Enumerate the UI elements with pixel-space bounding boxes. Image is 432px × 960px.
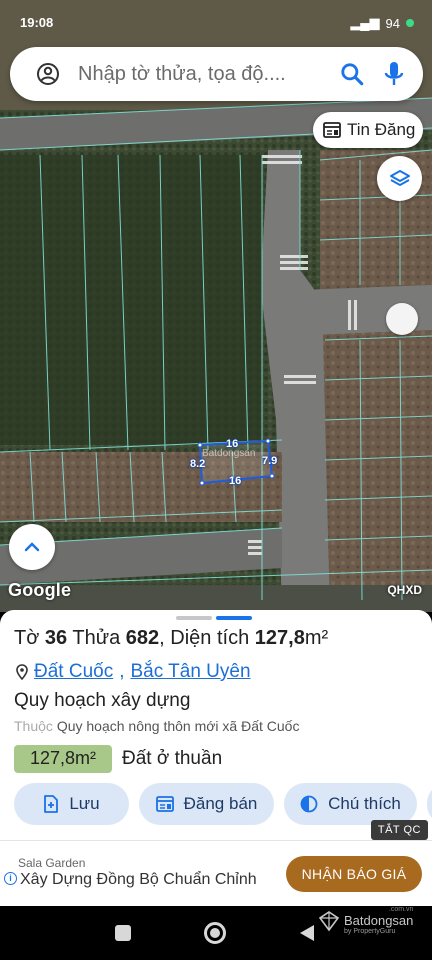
- status-bar: 19:08 ▂▄▆ 94: [0, 0, 432, 40]
- land-use-row: 127,8m² Đất ở thuần: [14, 745, 222, 773]
- recent-apps-icon[interactable]: [115, 925, 131, 941]
- sheet-number: 36: [44, 627, 68, 649]
- ad-info-icon[interactable]: i: [4, 872, 17, 885]
- satellite-map[interactable]: 19:08 ▂▄▆ 94 Tin Đăng: [0, 0, 432, 612]
- parcel-dim-left: 8.2: [190, 458, 206, 470]
- account-icon[interactable]: [36, 62, 60, 86]
- ad-headline: Xây Dựng Đồng Bộ Chuẩn Chỉnh: [20, 871, 257, 888]
- handle-segment: [176, 616, 212, 620]
- sheet-label: Tờ: [14, 627, 40, 649]
- battery-level: 94: [385, 15, 400, 31]
- save-button[interactable]: Lưu: [14, 783, 129, 825]
- more-actions-button[interactable]: [427, 783, 432, 825]
- area-label: Diện tích: [170, 627, 250, 649]
- parcel-title: Tờ 36 Thửa 682, Diện tích 127,8m²: [14, 627, 328, 650]
- chevron-up-icon: [24, 542, 40, 552]
- location-pin-icon: [16, 664, 28, 680]
- signal-icon: ▂▄▆: [350, 15, 380, 30]
- expand-up-button[interactable]: [9, 524, 55, 570]
- commune-link[interactable]: Đất Cuốc: [34, 661, 113, 683]
- camera-dot-icon: [406, 19, 414, 27]
- ad-cta-button[interactable]: NHẬN BÁO GIÁ: [286, 856, 422, 892]
- status-right: ▂▄▆ 94: [350, 15, 414, 31]
- area-unit: m²: [304, 627, 329, 649]
- parcel-dim-bottom: 16: [229, 475, 242, 487]
- belongs-value: Quy hoạch nông thôn mới xã Đất Cuốc: [56, 718, 300, 734]
- ad-banner[interactable]: Sala Garden i Xây Dựng Đồng Bộ Chuẩn Chỉ…: [0, 840, 432, 906]
- parcel-info-sheet: Tờ 36 Thửa 682, Diện tích 127,8m² Đất Cu…: [0, 610, 432, 840]
- map-location-marker[interactable]: [386, 303, 418, 335]
- add-file-icon: [44, 795, 59, 813]
- listings-button[interactable]: Tin Đăng: [313, 112, 423, 148]
- listing-icon: [155, 796, 174, 812]
- action-buttons: Lưu Đăng bán Chú thích: [14, 783, 432, 825]
- title-comma: ,: [159, 627, 165, 649]
- search-input[interactable]: [78, 59, 340, 89]
- google-logo: Google: [8, 580, 72, 600]
- sheet-handle[interactable]: [176, 616, 252, 620]
- location-separator: ,: [119, 661, 125, 682]
- legend-label: Chú thích: [328, 794, 401, 813]
- status-time: 19:08: [20, 15, 54, 30]
- area-badge: 127,8m²: [14, 745, 112, 773]
- home-icon[interactable]: [204, 922, 226, 944]
- handle-segment-active: [216, 616, 252, 620]
- legend-button[interactable]: Chú thích: [284, 783, 417, 825]
- layers-icon: [389, 169, 410, 186]
- ad-advertiser: Sala Garden: [18, 856, 86, 870]
- post-sale-button[interactable]: Đăng bán: [139, 783, 274, 825]
- layer-badge: QHXD: [387, 583, 422, 597]
- plot-number: 682: [125, 627, 160, 649]
- search-icon[interactable]: [339, 61, 365, 87]
- listing-icon: [323, 122, 341, 138]
- brand-name: Batdongsan: [344, 913, 414, 928]
- brand-text: .com.vn Batdongsan by PropertyGuru: [344, 906, 413, 935]
- save-label: Lưu: [69, 794, 100, 813]
- brand-domain: .com.vn: [388, 906, 414, 913]
- parcel-location: Đất Cuốc, Bắc Tân Uyên: [16, 661, 251, 683]
- planning-belongs: Thuộc Quy hoạch nông thôn mới xã Đất Cuố…: [14, 718, 299, 734]
- map-layers-button[interactable]: [377, 156, 422, 201]
- area-value: 127,8: [254, 627, 305, 649]
- map-watermark: Batdongsan: [202, 448, 256, 459]
- post-sale-label: Đăng bán: [183, 794, 258, 813]
- search-bar[interactable]: [10, 47, 423, 101]
- belongs-label: Thuộc: [14, 718, 53, 734]
- listings-label: Tin Đăng: [347, 120, 416, 139]
- plot-label: Thửa: [72, 627, 121, 649]
- planning-title: Quy hoạch xây dựng: [14, 690, 191, 711]
- parcel-dim-right: 7.9: [262, 455, 278, 467]
- brand-watermark: .com.vn Batdongsan by PropertyGuru: [318, 906, 413, 935]
- contrast-icon: [300, 795, 318, 813]
- hide-ads-button[interactable]: TẮT QC: [370, 820, 428, 840]
- district-link[interactable]: Bắc Tân Uyên: [130, 661, 250, 683]
- microphone-icon[interactable]: [383, 60, 405, 88]
- land-type: Đất ở thuần: [122, 748, 223, 769]
- brand-logo-icon: [318, 910, 340, 931]
- back-icon[interactable]: [300, 925, 314, 941]
- brand-sub: by PropertyGuru: [344, 928, 396, 935]
